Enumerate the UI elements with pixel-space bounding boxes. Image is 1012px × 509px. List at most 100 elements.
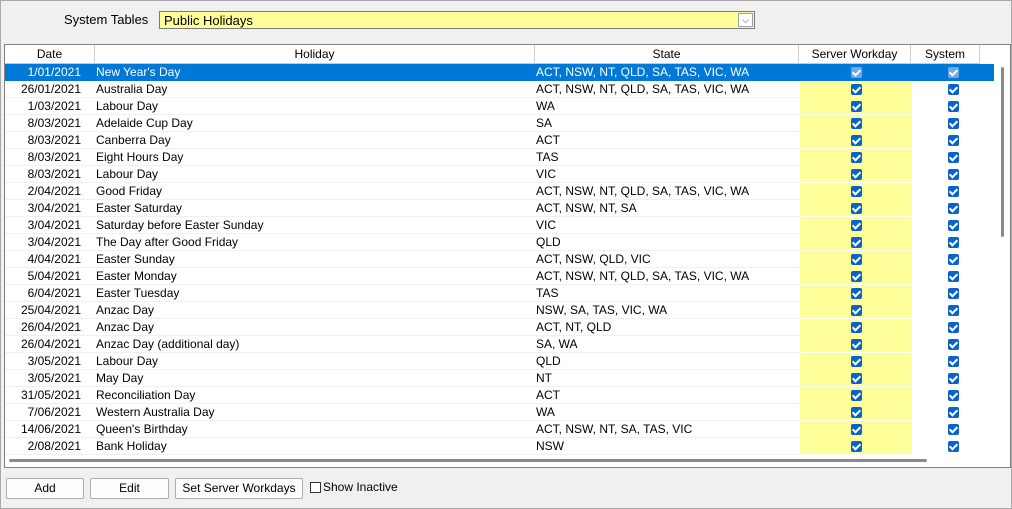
checkbox-checked-icon[interactable] (947, 67, 959, 78)
checkbox-checked-icon[interactable] (850, 356, 862, 367)
table-row[interactable]: 1/01/2021 New Year's Day ACT, NSW, NT, QLD… (5, 64, 994, 81)
checkbox-checked-icon[interactable] (850, 237, 862, 248)
cell-date: 26/04/2021 (5, 319, 95, 336)
table-row[interactable]: 3/04/2021 Saturday before Easter Sunday VI… (5, 217, 994, 234)
col-header-state[interactable]: State (535, 45, 799, 63)
checkbox-checked-icon[interactable] (850, 220, 862, 231)
checkbox-checked-icon[interactable] (947, 186, 959, 197)
checkbox-checked-icon[interactable] (947, 169, 959, 180)
checkbox-checked-icon[interactable] (850, 101, 862, 112)
checkbox-checked-icon[interactable] (850, 169, 862, 180)
checkbox-checked-icon[interactable] (850, 322, 862, 333)
checkbox-checked-icon[interactable] (850, 373, 862, 384)
table-row[interactable]: 8/03/2021 Labour Day VIC (5, 166, 994, 183)
checkbox-checked-icon[interactable] (947, 220, 959, 231)
checkbox-checked-icon[interactable] (947, 254, 959, 265)
checkbox-checked-icon[interactable] (850, 390, 862, 401)
checkbox-checked-icon[interactable] (850, 305, 862, 316)
vertical-scrollbar[interactable] (1001, 67, 1004, 237)
checkbox-checked-icon[interactable] (850, 441, 862, 452)
checkbox-checked-icon[interactable] (850, 254, 862, 265)
cell-server-workday (800, 234, 912, 251)
table-row[interactable]: 26/04/2021 Anzac Day (additional day) SA, … (5, 336, 994, 353)
checkbox-checked-icon[interactable] (850, 407, 862, 418)
holidays-grid[interactable]: Date Holiday State Server Workday System… (4, 44, 1011, 468)
chevron-down-icon[interactable]: ⌵ (738, 13, 753, 27)
checkbox-checked-icon[interactable] (947, 203, 959, 214)
table-row[interactable]: 31/05/2021 Reconciliation Day ACT (5, 387, 994, 404)
table-row[interactable]: 2/08/2021 Bank Holiday NSW (5, 438, 994, 455)
checkbox-checked-icon[interactable] (850, 135, 862, 146)
checkbox-checked-icon[interactable] (947, 424, 959, 435)
checkbox-checked-icon[interactable] (947, 118, 959, 129)
cell-date: 1/03/2021 (5, 98, 95, 115)
checkbox-checked-icon[interactable] (850, 118, 862, 129)
cell-system (912, 370, 994, 387)
checkbox-checked-icon[interactable] (850, 339, 862, 350)
table-row[interactable]: 3/05/2021 Labour Day QLD (5, 353, 994, 370)
checkbox-checked-icon[interactable] (947, 237, 959, 248)
table-row[interactable]: 4/04/2021 Easter Sunday ACT, NSW, QLD, VIC (5, 251, 994, 268)
checkbox-checked-icon[interactable] (947, 135, 959, 146)
checkbox-checked-icon[interactable] (947, 407, 959, 418)
cell-holiday: Eight Hours Day (95, 149, 535, 166)
table-row[interactable]: 2/04/2021 Good Friday ACT, NSW, NT, QLD, S… (5, 183, 994, 200)
checkbox-square-icon[interactable] (310, 481, 321, 493)
set-server-workdays-button[interactable]: Set Server Workdays (175, 478, 303, 499)
checkbox-checked-icon[interactable] (850, 424, 862, 435)
table-row[interactable]: 3/04/2021 The Day after Good Friday QLD (5, 234, 994, 251)
checkbox-checked-icon[interactable] (947, 356, 959, 367)
checkbox-checked-icon[interactable] (947, 101, 959, 112)
cell-state: WA (535, 98, 800, 115)
checkbox-checked-icon[interactable] (850, 186, 862, 197)
table-row[interactable]: 14/06/2021 Queen's Birthday ACT, NSW, NT, … (5, 421, 994, 438)
cell-state: ACT, NSW, NT, QLD, SA, TAS, VIC, WA (535, 183, 800, 200)
col-header-holiday[interactable]: Holiday (95, 45, 535, 63)
table-row[interactable]: 3/05/2021 May Day NT (5, 370, 994, 387)
cell-date: 8/03/2021 (5, 132, 95, 149)
table-row[interactable]: 8/03/2021 Canberra Day ACT (5, 132, 994, 149)
cell-server-workday (800, 115, 912, 132)
col-header-server-workday[interactable]: Server Workday (799, 45, 911, 63)
col-header-system[interactable]: System (911, 45, 980, 63)
checkbox-checked-icon[interactable] (947, 339, 959, 350)
horizontal-scrollbar[interactable] (9, 459, 927, 462)
table-row[interactable]: 8/03/2021 Eight Hours Day TAS (5, 149, 994, 166)
checkbox-checked-icon[interactable] (850, 271, 862, 282)
checkbox-checked-icon[interactable] (947, 305, 959, 316)
checkbox-checked-icon[interactable] (947, 441, 959, 452)
cell-holiday: Labour Day (95, 166, 535, 183)
checkbox-checked-icon[interactable] (850, 203, 862, 214)
cell-system (912, 132, 994, 149)
cell-state: WA (535, 404, 800, 421)
show-inactive-checkbox[interactable]: Show Inactive (310, 480, 398, 494)
checkbox-checked-icon[interactable] (850, 67, 862, 78)
checkbox-checked-icon[interactable] (947, 373, 959, 384)
checkbox-checked-icon[interactable] (947, 84, 959, 95)
table-row[interactable]: 26/04/2021 Anzac Day ACT, NT, QLD (5, 319, 994, 336)
edit-button[interactable]: Edit (90, 478, 169, 499)
checkbox-checked-icon[interactable] (947, 322, 959, 333)
add-button[interactable]: Add (6, 478, 84, 499)
table-row[interactable]: 3/04/2021 Easter Saturday ACT, NSW, NT, SA (5, 200, 994, 217)
table-row[interactable]: 6/04/2021 Easter Tuesday TAS (5, 285, 994, 302)
cell-state: QLD (535, 353, 800, 370)
col-header-date[interactable]: Date (5, 45, 95, 63)
table-row[interactable]: 7/06/2021 Western Australia Day WA (5, 404, 994, 421)
checkbox-checked-icon[interactable] (850, 84, 862, 95)
checkbox-checked-icon[interactable] (850, 152, 862, 163)
checkbox-checked-icon[interactable] (947, 152, 959, 163)
system-tables-select[interactable]: Public Holidays ⌵ (159, 11, 755, 29)
table-row[interactable]: 25/04/2021 Anzac Day NSW, SA, TAS, VIC, WA (5, 302, 994, 319)
cell-date: 6/04/2021 (5, 285, 95, 302)
checkbox-checked-icon[interactable] (850, 288, 862, 299)
cell-holiday: Anzac Day (additional day) (95, 336, 535, 353)
checkbox-checked-icon[interactable] (947, 288, 959, 299)
checkbox-checked-icon[interactable] (947, 390, 959, 401)
table-row[interactable]: 26/01/2021 Australia Day ACT, NSW, NT, QLD… (5, 81, 994, 98)
table-row[interactable]: 1/03/2021 Labour Day WA (5, 98, 994, 115)
table-row[interactable]: 5/04/2021 Easter Monday ACT, NSW, NT, QLD,… (5, 268, 994, 285)
table-row[interactable]: 8/03/2021 Adelaide Cup Day SA (5, 115, 994, 132)
checkbox-checked-icon[interactable] (947, 271, 959, 282)
cell-system (912, 421, 994, 438)
